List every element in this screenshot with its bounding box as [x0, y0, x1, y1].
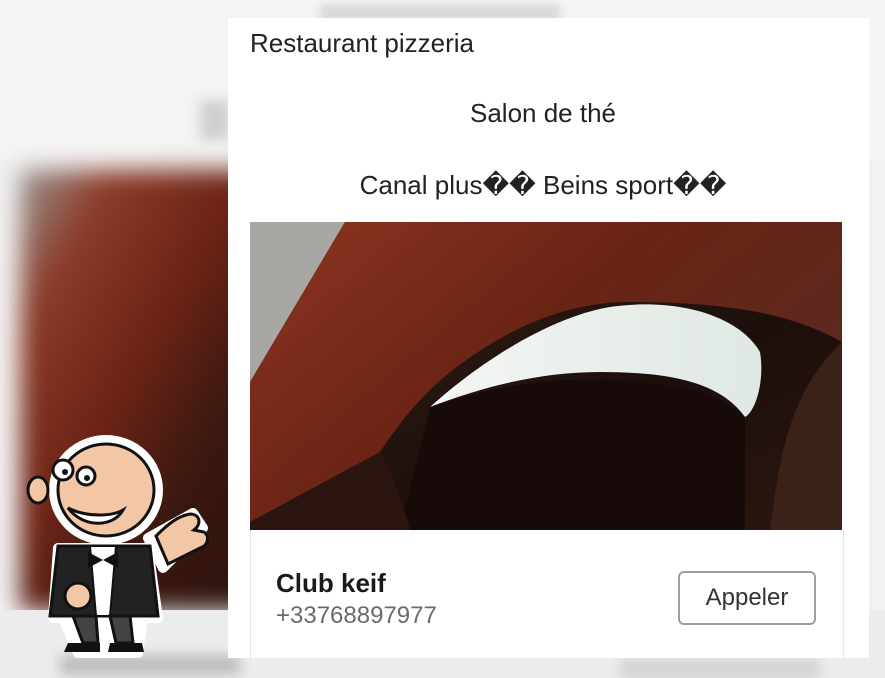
restaurant-photo[interactable] — [250, 222, 842, 530]
description-line-2: Salon de thé — [469, 98, 616, 128]
call-button[interactable]: Appeler — [678, 571, 816, 625]
background-ghost-button — [620, 660, 820, 678]
description-line-1: Restaurant pizzeria — [250, 28, 474, 58]
background-ghost-shape — [200, 100, 230, 140]
business-name: Club keif — [276, 568, 386, 598]
business-phone[interactable]: +33768897977 — [276, 602, 437, 630]
restaurant-card: Restaurant pizzeria Salon de thé Canal p… — [228, 18, 869, 658]
lips-photo-image — [250, 222, 842, 530]
description-line-3: Canal plus�� Beins sport�� — [359, 170, 727, 200]
thumbs-up-waiter-icon — [18, 428, 218, 658]
business-info: Club keif +33768897977 Appeler — [250, 530, 844, 658]
